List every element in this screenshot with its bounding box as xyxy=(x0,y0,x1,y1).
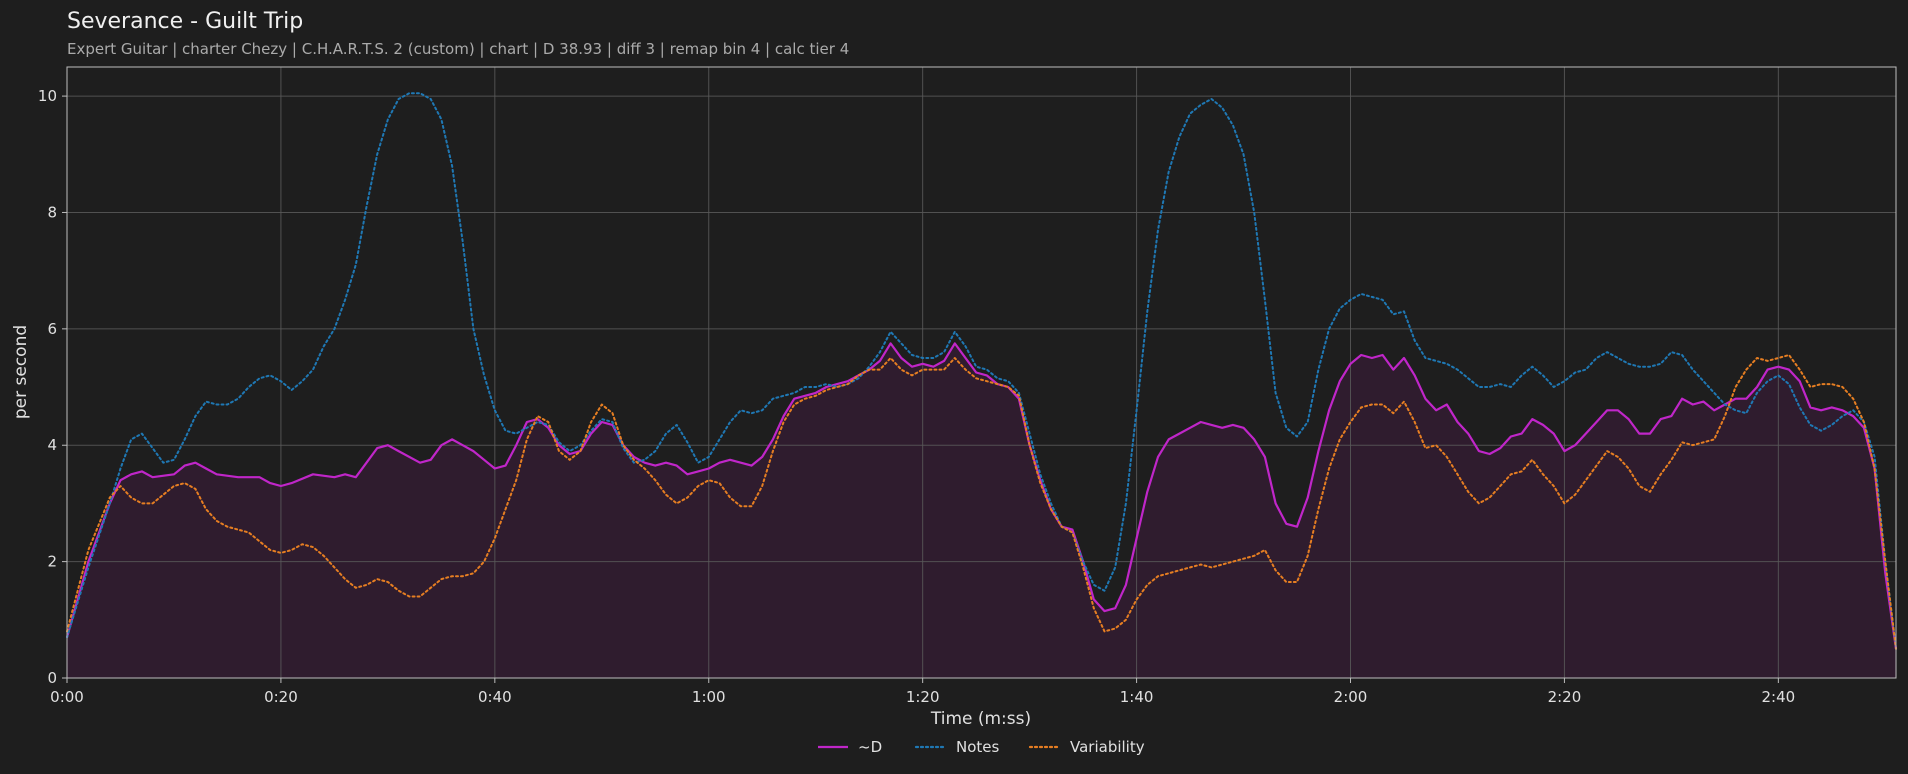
x-tick-label: 2:40 xyxy=(1762,688,1796,706)
x-tick-label: 0:00 xyxy=(50,688,84,706)
x-tick-label: 1:40 xyxy=(1120,688,1154,706)
y-axis-label: per second xyxy=(11,325,31,419)
y-tick-label: 8 xyxy=(47,203,57,221)
x-tick-label: 1:20 xyxy=(906,688,940,706)
plot-area: 0:00 0:20 0:40 1:00 1:20 1:40 2:00 2:20 2:40 0 2 4 6… xyxy=(38,66,1898,706)
y-tick-label: 4 xyxy=(47,436,57,454)
x-tick-label: 2:20 xyxy=(1548,688,1582,706)
chart: Severance - Guilt Trip Expert Guitar | c… xyxy=(11,9,1898,756)
x-tick-label: 1:00 xyxy=(692,688,726,706)
x-axis-label: Time (m:ss) xyxy=(930,709,1031,729)
x-tick-label: 0:20 xyxy=(264,688,298,706)
legend-label-2: Variability xyxy=(1070,738,1145,756)
y-tick-label: 6 xyxy=(47,320,57,338)
y-tick-label: 0 xyxy=(47,669,57,687)
x-tick-label: 2:00 xyxy=(1334,688,1368,706)
series-fill-0 xyxy=(67,343,1896,678)
chart-title: Severance - Guilt Trip xyxy=(67,9,303,34)
x-tick-label: 0:40 xyxy=(478,688,512,706)
legend: ~D Notes Variability xyxy=(818,738,1145,756)
y-tick-label: 10 xyxy=(38,87,57,105)
legend-label-1: Notes xyxy=(956,738,1000,756)
y-tick-label: 2 xyxy=(47,553,57,571)
chart-subtitle: Expert Guitar | charter Chezy | C.H.A.R.… xyxy=(67,40,849,58)
legend-label-0: ~D xyxy=(858,738,882,756)
